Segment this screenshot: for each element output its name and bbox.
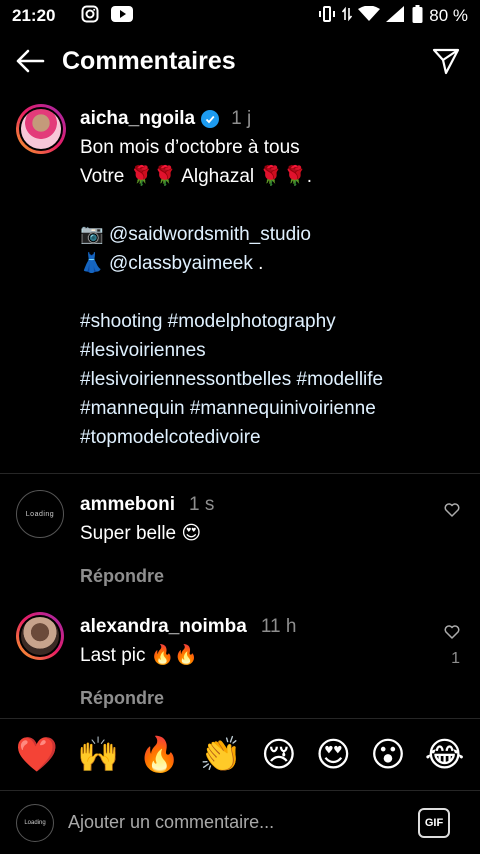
- emoji-quick-reactions: ❤️ 🙌 🔥 👏 😢 😍 😮 😂: [0, 718, 480, 790]
- comment-input[interactable]: [68, 812, 418, 833]
- emoji-heart-eyes[interactable]: 😍: [316, 735, 351, 775]
- emoji-clapping[interactable]: 👏: [200, 735, 242, 775]
- app-header: Commentaires: [0, 36, 480, 86]
- battery-level: 80 %: [429, 6, 468, 25]
- emoji-surprised[interactable]: 😮: [370, 735, 405, 775]
- comment-item: alexandra_noimba 11 h Last pic 🔥🔥 Répondr…: [16, 612, 466, 713]
- comment-header: ammeboni 1 s: [80, 490, 466, 519]
- battery-icon: [412, 4, 423, 28]
- wifi-icon: [358, 5, 381, 27]
- dress-emoji: 👗: [80, 253, 104, 274]
- comment-text: Super belle 😍: [80, 523, 202, 544]
- avatar: Loading: [16, 803, 54, 842]
- rose-emoji: 🌹🌹: [129, 166, 177, 187]
- avatar-photo: [19, 107, 63, 151]
- hashtag-line[interactable]: #topmodelcotedivoire: [80, 423, 466, 452]
- emoji-crying[interactable]: 😢: [261, 735, 296, 775]
- reply-button[interactable]: Répondre: [80, 562, 466, 591]
- caption-avatar[interactable]: [16, 104, 66, 154]
- verified-icon: [201, 109, 220, 128]
- caption-credit-line: 👗 @classbyaimeek .: [80, 253, 264, 274]
- avatar-photo: [19, 615, 61, 657]
- vibrate-icon: [318, 5, 336, 27]
- heart-icon[interactable]: [444, 624, 462, 642]
- comment-time: 11 h: [260, 616, 297, 637]
- data-icon: [342, 6, 353, 27]
- signal-icon: [386, 5, 406, 27]
- camera-emoji: 📷: [80, 224, 104, 245]
- page-title: Commentaires: [62, 46, 236, 75]
- caption-username[interactable]: aicha_ngoila: [80, 104, 195, 133]
- caption-body: aicha_ngoila 1 j Bon mois d’octobre à to…: [80, 104, 466, 452]
- comment-body: ammeboni 1 s Super belle 😍 Répondre: [80, 490, 466, 591]
- like-count: 1: [451, 650, 460, 667]
- arrow-left-icon: [16, 49, 45, 73]
- avatar[interactable]: [16, 612, 64, 660]
- paper-plane-icon: [432, 48, 460, 75]
- caption-line: Votre 🌹🌹 Alghazal 🌹🌹.: [80, 166, 312, 187]
- emoji-laughing[interactable]: 😂: [425, 735, 465, 775]
- instagram-icon: [81, 5, 99, 28]
- hashtag-line[interactable]: #lesivoiriennes: [80, 336, 466, 365]
- reply-button[interactable]: Répondre: [80, 684, 466, 713]
- comment-text: Last pic 🔥🔥: [80, 645, 199, 666]
- comment-composer: Loading GIF: [0, 790, 480, 854]
- comment-username[interactable]: alexandra_noimba: [80, 616, 247, 637]
- avatar[interactable]: Loading: [16, 490, 64, 538]
- status-time: 21:20: [12, 6, 56, 25]
- gif-button[interactable]: GIF: [418, 807, 450, 838]
- emoji-raised-hands[interactable]: 🙌: [77, 735, 119, 775]
- comment-username[interactable]: ammeboni: [80, 494, 175, 515]
- caption-header: aicha_ngoila 1 j: [80, 104, 466, 133]
- comment-body: alexandra_noimba 11 h Last pic 🔥🔥 Répondr…: [80, 612, 466, 713]
- mention-link[interactable]: @saidwordsmith_studio: [109, 224, 311, 245]
- caption-time: 1 j: [231, 108, 252, 129]
- post-caption: aicha_ngoila 1 j Bon mois d’octobre à to…: [16, 104, 466, 452]
- status-left: 21:20: [12, 5, 134, 28]
- status-bar: 21:20 80 %: [0, 0, 480, 32]
- hashtag-line[interactable]: #lesivoiriennessontbelles #modellife: [80, 365, 466, 394]
- caption-credit-line: 📷 @saidwordsmith_studio: [80, 220, 466, 249]
- hashtag-line[interactable]: #shooting #modelphotography: [80, 307, 466, 336]
- status-right: 80 %: [318, 4, 468, 28]
- emoji-fire[interactable]: 🔥: [138, 735, 180, 775]
- share-button[interactable]: [426, 41, 466, 81]
- comment-item: Loading ammeboni 1 s Super belle 😍 Répond…: [16, 490, 466, 591]
- back-button[interactable]: [10, 41, 50, 81]
- youtube-icon: [111, 5, 134, 27]
- heart-icon[interactable]: [444, 502, 462, 520]
- rose-emoji: 🌹🌹: [259, 166, 307, 187]
- caption-line: Bon mois d’octobre à tous: [80, 137, 300, 158]
- divider: [0, 473, 480, 474]
- hashtag-line[interactable]: #mannequin #mannequinivoirienne: [80, 394, 466, 423]
- emoji-heart[interactable]: ❤️: [16, 735, 58, 775]
- mention-link[interactable]: @classbyaimeek: [109, 253, 253, 274]
- comment-time: 1 s: [189, 494, 215, 515]
- comment-header: alexandra_noimba 11 h: [80, 612, 466, 641]
